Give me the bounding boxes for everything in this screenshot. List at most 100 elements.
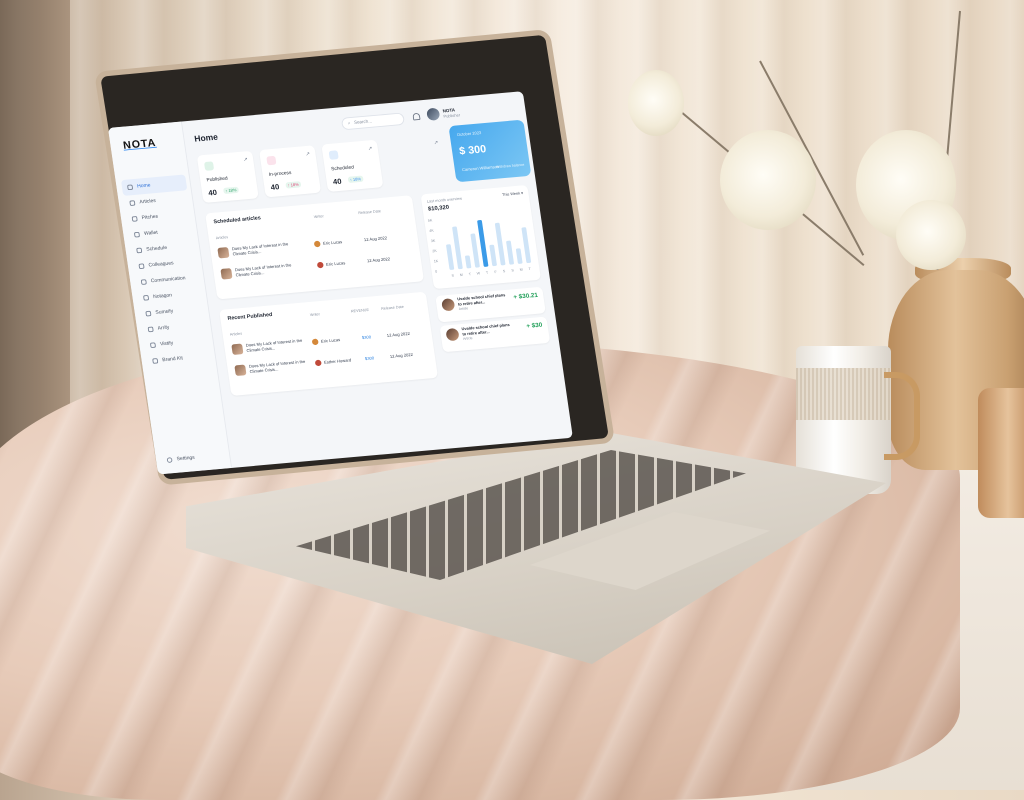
writer-name: Esther Howard	[323, 357, 352, 365]
panel-title: Scheduled articles	[213, 215, 262, 226]
flower	[720, 130, 816, 230]
stat-label: In-process	[268, 170, 292, 178]
writer-avatar	[316, 261, 324, 269]
transaction-sub: Article	[462, 336, 473, 341]
laptop-screen: NOTA Home Articles Pitches Wallet Schedule Co…	[108, 91, 573, 475]
sidebar-item-label: Arrify	[157, 325, 170, 332]
sidebar-item-label: Communication	[150, 275, 186, 285]
sidebar-item-label: Notagon	[152, 292, 173, 300]
chart-bar[interactable]	[521, 227, 532, 264]
stat-change: ↑ 18%	[285, 181, 301, 189]
writer-name: Eric Lucas	[322, 239, 343, 246]
stat-change: ↑ 18%	[223, 186, 239, 195]
chart-bar[interactable]	[470, 233, 480, 268]
x-tick-label: M	[460, 273, 464, 277]
in-process-icon	[266, 155, 277, 166]
stat-label: Published	[206, 176, 229, 184]
transaction-item[interactable]: Uvalde school chief plans to retire afte…	[439, 316, 551, 353]
app-logo[interactable]: NOTA	[122, 136, 157, 151]
y-tick-label: 5K	[428, 218, 434, 222]
article-thumbnail	[220, 268, 233, 280]
x-tick-label: F	[494, 270, 498, 274]
x-tick-label: S	[503, 269, 507, 273]
search-input[interactable]: ⌕ Search...	[340, 112, 406, 131]
writer-avatar	[313, 240, 321, 248]
writer-name: Eric Lucas	[325, 260, 346, 267]
stat-card-scheduled[interactable]: ↗ Scheduled 40 ↑ 18%	[321, 139, 384, 192]
sidebar-item-label: Wallet	[143, 230, 159, 237]
communication-icon	[140, 279, 147, 285]
x-tick-label: M	[519, 268, 523, 272]
balance-card[interactable]: October 2023 $ 300 Cameron Williamson Wi…	[448, 119, 532, 183]
release-date: 12 Aug 2022	[363, 235, 388, 243]
chart-bar[interactable]	[489, 244, 497, 267]
flower	[628, 70, 684, 136]
home-icon	[127, 184, 134, 191]
expand-arrow-icon[interactable]: ↗	[433, 140, 438, 146]
bar-chart: 5K4K3K2K1K0S M T W T F S S M T	[428, 218, 532, 278]
balance-name: Cameron Williamson	[461, 164, 500, 173]
chart-bar[interactable]	[452, 226, 463, 270]
chart-bar[interactable]	[465, 255, 472, 269]
column-header[interactable]: Articles	[230, 331, 243, 336]
stat-card-published[interactable]: ↗ Published 40 ↑ 18%	[196, 150, 259, 204]
colleagues-icon	[138, 263, 145, 270]
chart-bar[interactable]	[506, 240, 514, 265]
transaction-title: Uvalde school chief plans to retire afte…	[456, 292, 506, 307]
revenue: $300	[364, 355, 375, 361]
sidebar-item-label: Sumsify	[155, 308, 174, 316]
bell-icon[interactable]	[412, 112, 421, 121]
release-date: 12 Aug 2022	[386, 331, 411, 338]
transaction-sub: Article	[458, 306, 469, 311]
stat-label: Scheduled	[330, 164, 355, 173]
chart-bar[interactable]	[446, 244, 455, 270]
search-icon: ⌕	[347, 120, 351, 127]
writer-name: Eric Lucas	[320, 337, 341, 344]
expand-arrow-icon[interactable]: ↗	[243, 156, 248, 163]
sidebar-item-label: Vistify	[159, 340, 174, 348]
article-title: Does My Lack of Interest in the Climate …	[234, 262, 292, 278]
sidebar-item-settings[interactable]: Settings	[166, 455, 196, 463]
user-menu[interactable]: NOTA Publisher	[426, 106, 460, 121]
writer-avatar	[311, 338, 319, 346]
stat-card-in-process[interactable]: ↗ In-process 40 ↑ 18%	[259, 145, 322, 198]
scheduled-articles-panel: Scheduled articles Writer Release Date A…	[205, 195, 425, 300]
revenue: $300	[361, 334, 372, 340]
recent-published-panel: Recent Published Writer REVENUE Release …	[219, 291, 439, 396]
expand-arrow-icon[interactable]: ↗	[305, 151, 310, 158]
withdraw-link[interactable]: Withdraw balance	[496, 162, 525, 169]
second-mug	[978, 388, 1024, 518]
column-header[interactable]: Release Date	[358, 209, 381, 215]
wallet-icon	[133, 231, 141, 238]
mug-band	[796, 368, 891, 420]
stat-value: 40	[207, 187, 218, 198]
search-placeholder: Search...	[353, 118, 373, 126]
x-tick-label: W	[477, 271, 482, 275]
overview-value: $10,320	[427, 204, 450, 213]
flower	[896, 200, 966, 270]
column-header[interactable]: Writer	[310, 312, 321, 317]
avatar	[426, 107, 441, 121]
x-tick-label: S	[511, 268, 515, 272]
transaction-title: Uvalde school chief plans to retire afte…	[461, 322, 510, 336]
overview-chart-card: Last month overview $10,320 This Week ▾ …	[420, 184, 542, 290]
period-dropdown[interactable]: This Week ▾	[502, 191, 524, 198]
article-title: Does My Lack of Interest in the Climate …	[245, 338, 303, 353]
expand-arrow-icon[interactable]: ↗	[367, 145, 373, 152]
settings-label: Settings	[176, 455, 196, 463]
period-value: This Week	[501, 190, 521, 197]
release-date: 12 Aug 2022	[389, 352, 414, 359]
column-header[interactable]: REVENUE	[351, 307, 370, 313]
sumsify-icon	[145, 310, 152, 317]
mug-handle	[884, 372, 920, 460]
chart-bar[interactable]	[494, 222, 506, 266]
stat-change: ↑ 18%	[347, 175, 364, 184]
y-tick-label: 2K	[432, 249, 438, 253]
stat-value: 40	[332, 176, 343, 187]
pitches-icon	[131, 216, 138, 222]
column-header[interactable]: Writer	[313, 214, 324, 219]
column-header[interactable]: Articles	[216, 235, 229, 240]
chart-bar[interactable]	[515, 248, 523, 264]
article-thumbnail	[234, 364, 247, 377]
column-header[interactable]: Release Date	[381, 304, 404, 310]
